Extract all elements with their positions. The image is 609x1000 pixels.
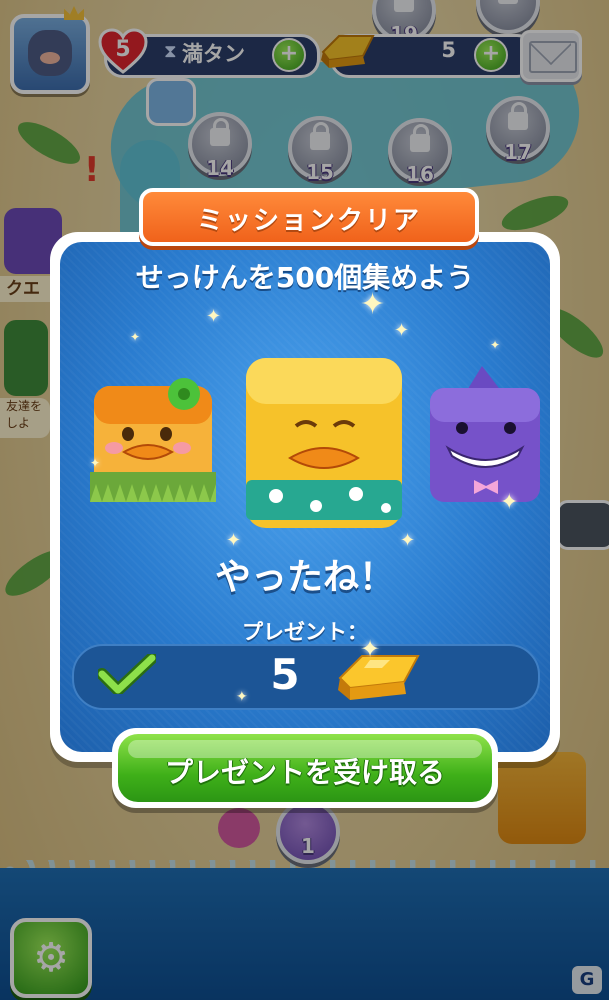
game-screen: 19 14 15 16 17 1 クエ 友達を しよ ! 5 ⧗ 満: [0, 0, 609, 1000]
reward-amount: 5: [270, 650, 300, 699]
sparkle-icon: ✦: [236, 689, 248, 705]
checkmark-icon: [96, 652, 158, 696]
present-label: プレゼント：: [242, 620, 368, 644]
sparkle-icon: ✦: [130, 330, 141, 344]
sparkle-icon: ✦: [500, 490, 519, 515]
sparkle-icon: ✦: [394, 320, 410, 341]
congrats-text: やったね！: [214, 557, 395, 598]
receive-button-label: プレゼントを受け取る: [164, 756, 445, 789]
sparkle-icon: ✦: [90, 456, 101, 470]
sparkle-icon: ✦: [490, 338, 501, 352]
sparkle-icon: ✦: [360, 287, 386, 322]
hula-duck-character: [90, 378, 216, 502]
shark-cube-character: [430, 366, 540, 502]
button-face: プレゼントを受け取る: [118, 734, 492, 802]
sparkle-icon: ✦: [360, 635, 381, 663]
mission-clear-ribbon: ミッションクリア: [139, 188, 479, 246]
duck-cube-character: [246, 358, 402, 528]
dialog-title: ミッションクリア: [196, 206, 421, 236]
mission-description: せっけんを500個集めよう: [135, 261, 475, 294]
sparkle-icon: ✦: [206, 306, 222, 327]
receive-present-button[interactable]: プレゼントを受け取る: [112, 728, 498, 808]
